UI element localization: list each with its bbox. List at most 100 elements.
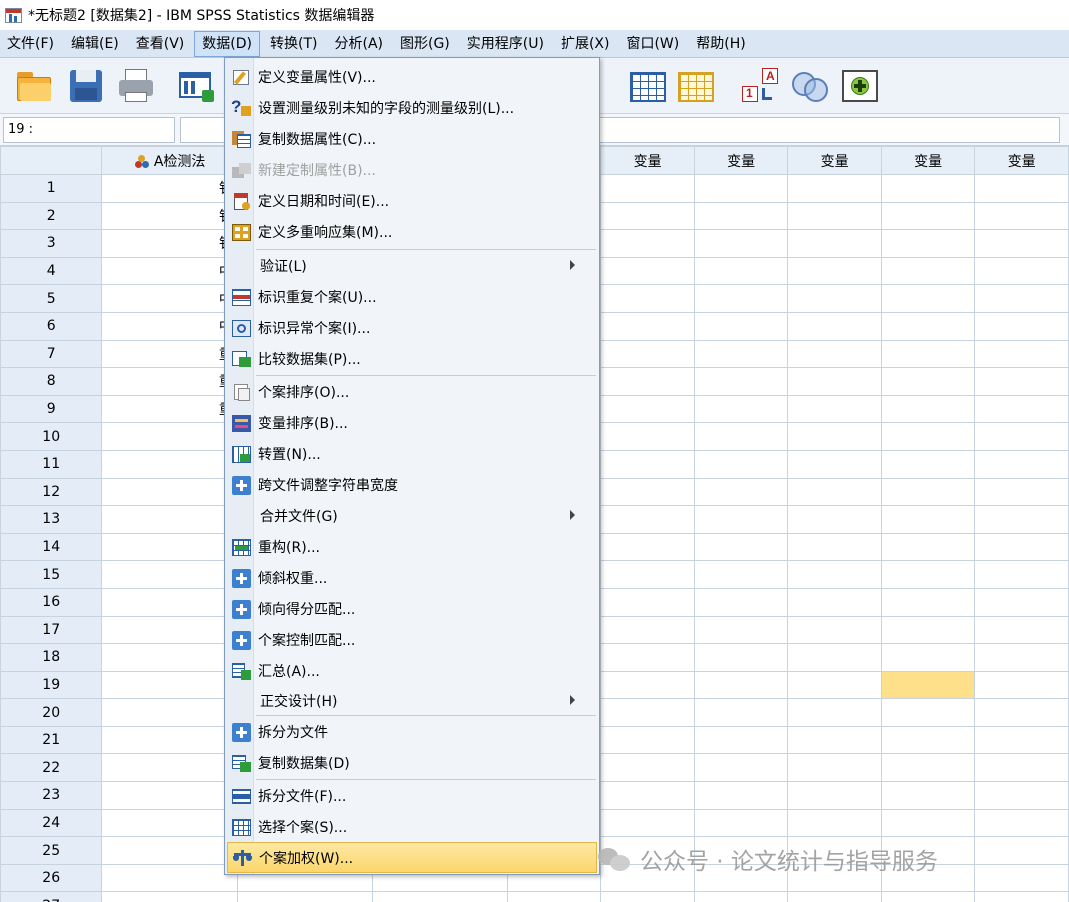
- grid-cell[interactable]: [101, 863, 238, 893]
- grid-cell[interactable]: [787, 532, 882, 562]
- row-header[interactable]: 27: [0, 891, 103, 902]
- row-header[interactable]: 17: [0, 615, 103, 645]
- grid-cell[interactable]: [787, 753, 882, 783]
- row-header[interactable]: 23: [0, 781, 103, 810]
- menu-orthogonal-design[interactable]: 正交设计(H): [227, 685, 597, 716]
- row-header[interactable]: 26: [0, 863, 103, 893]
- grid-cell[interactable]: [880, 284, 976, 313]
- row-header[interactable]: 15: [0, 560, 103, 589]
- grid-cell[interactable]: [101, 643, 238, 672]
- grid-cell[interactable]: [974, 284, 1069, 313]
- variables-grid-icon[interactable]: [628, 66, 668, 106]
- menu-merge-files[interactable]: 合并文件(G): [227, 500, 597, 531]
- grid-cell[interactable]: [693, 643, 789, 672]
- column-header[interactable]: 变量: [787, 146, 882, 175]
- grid-cell[interactable]: [600, 698, 695, 727]
- grid-cell[interactable]: [693, 422, 789, 451]
- extension-add-icon[interactable]: [840, 66, 880, 106]
- grid-cell[interactable]: [974, 394, 1069, 424]
- menu-transpose[interactable]: 转置(N)...: [227, 438, 597, 469]
- grid-cell[interactable]: [974, 615, 1069, 645]
- grid-cell[interactable]: 钅: [101, 201, 238, 231]
- row-header[interactable]: 22: [0, 753, 103, 783]
- menu-define-variable-properties[interactable]: 定义变量属性(V)...: [227, 61, 597, 92]
- menu-transform[interactable]: 转换(T): [263, 31, 324, 57]
- column-header[interactable]: 变量: [974, 146, 1069, 175]
- grid-cell[interactable]: [693, 670, 789, 700]
- grid-cell[interactable]: [787, 615, 882, 645]
- row-header[interactable]: 19: [0, 670, 103, 700]
- value-labels-grid-icon[interactable]: [676, 66, 716, 106]
- grid-cell[interactable]: 中: [101, 256, 238, 286]
- grid-cell[interactable]: [974, 422, 1069, 451]
- grid-cell[interactable]: [880, 781, 976, 810]
- row-header[interactable]: 1: [0, 174, 103, 203]
- grid-cell[interactable]: [880, 256, 976, 286]
- grid-cell[interactable]: [974, 367, 1069, 396]
- menu-edit[interactable]: 编辑(E): [64, 31, 126, 57]
- grid-cell[interactable]: [236, 891, 373, 902]
- grid-cell[interactable]: [880, 174, 976, 203]
- grid-cell[interactable]: [600, 256, 695, 286]
- menu-file[interactable]: 文件(F): [0, 31, 61, 57]
- grid-cell[interactable]: [101, 587, 238, 617]
- grid-cell[interactable]: [787, 229, 882, 258]
- grid-cell[interactable]: [787, 339, 882, 369]
- grid-cell[interactable]: [693, 229, 789, 258]
- grid-cell[interactable]: [974, 891, 1069, 902]
- grid-cell[interactable]: [693, 753, 789, 783]
- row-header[interactable]: 4: [0, 256, 103, 286]
- grid-cell[interactable]: [693, 781, 789, 810]
- row-header[interactable]: 2: [0, 201, 103, 231]
- menu-restructure[interactable]: 重构(R)...: [227, 531, 597, 562]
- grid-cell[interactable]: [693, 284, 789, 313]
- grid-cell[interactable]: [600, 229, 695, 258]
- grid-cell[interactable]: [101, 449, 238, 479]
- grid-cell[interactable]: [974, 753, 1069, 783]
- grid-cell[interactable]: [787, 505, 882, 534]
- grid-cell[interactable]: [600, 367, 695, 396]
- menu-sort-variables[interactable]: 变量排序(B)...: [227, 407, 597, 438]
- grid-cell[interactable]: [974, 670, 1069, 700]
- grid-cell[interactable]: [787, 394, 882, 424]
- grid-cell[interactable]: [600, 394, 695, 424]
- grid-cell[interactable]: [600, 284, 695, 313]
- grid-cell[interactable]: [693, 256, 789, 286]
- grid-cell[interactable]: [880, 505, 976, 534]
- grid-cell[interactable]: [101, 422, 238, 451]
- grid-cell[interactable]: [693, 505, 789, 534]
- value-labels-icon[interactable]: A 1: [740, 66, 780, 106]
- grid-cell[interactable]: [880, 698, 976, 727]
- menu-data[interactable]: 数据(D): [194, 30, 260, 57]
- grid-cell[interactable]: [600, 615, 695, 645]
- grid-cell[interactable]: [101, 891, 238, 902]
- menu-define-multiple-response[interactable]: 定义多重响应集(M)...: [227, 216, 597, 247]
- grid-cell[interactable]: [600, 477, 695, 507]
- grid-cell[interactable]: [101, 698, 238, 727]
- grid-cell[interactable]: [787, 643, 882, 672]
- column-header[interactable]: A检测法: [101, 146, 238, 175]
- menu-split-file[interactable]: 拆分文件(F)...: [227, 780, 597, 811]
- grid-cell[interactable]: [974, 781, 1069, 810]
- grid-cell[interactable]: 重: [101, 367, 238, 396]
- use-variable-sets-icon[interactable]: [790, 66, 830, 106]
- grid-cell[interactable]: [101, 753, 238, 783]
- grid-cell[interactable]: [974, 698, 1069, 727]
- grid-cell[interactable]: [600, 781, 695, 810]
- menu-window[interactable]: 窗口(W): [619, 31, 686, 57]
- row-header[interactable]: 10: [0, 422, 103, 451]
- grid-cell[interactable]: [693, 698, 789, 727]
- grid-cell[interactable]: [693, 449, 789, 479]
- grid-cell[interactable]: [880, 587, 976, 617]
- row-header[interactable]: 16: [0, 587, 103, 617]
- menu-select-cases[interactable]: 选择个案(S)...: [227, 811, 597, 842]
- grid-cell[interactable]: [787, 725, 882, 755]
- grid-cell[interactable]: [600, 339, 695, 369]
- menu-identify-duplicate-cases[interactable]: 标识重复个案(U)...: [227, 281, 597, 312]
- grid-cell[interactable]: [787, 560, 882, 589]
- column-header[interactable]: 变量: [880, 146, 976, 175]
- grid-cell[interactable]: [787, 449, 882, 479]
- grid-cell[interactable]: [101, 560, 238, 589]
- grid-cell[interactable]: [600, 808, 695, 838]
- menu-copy-dataset[interactable]: 复制数据集(D): [227, 747, 597, 778]
